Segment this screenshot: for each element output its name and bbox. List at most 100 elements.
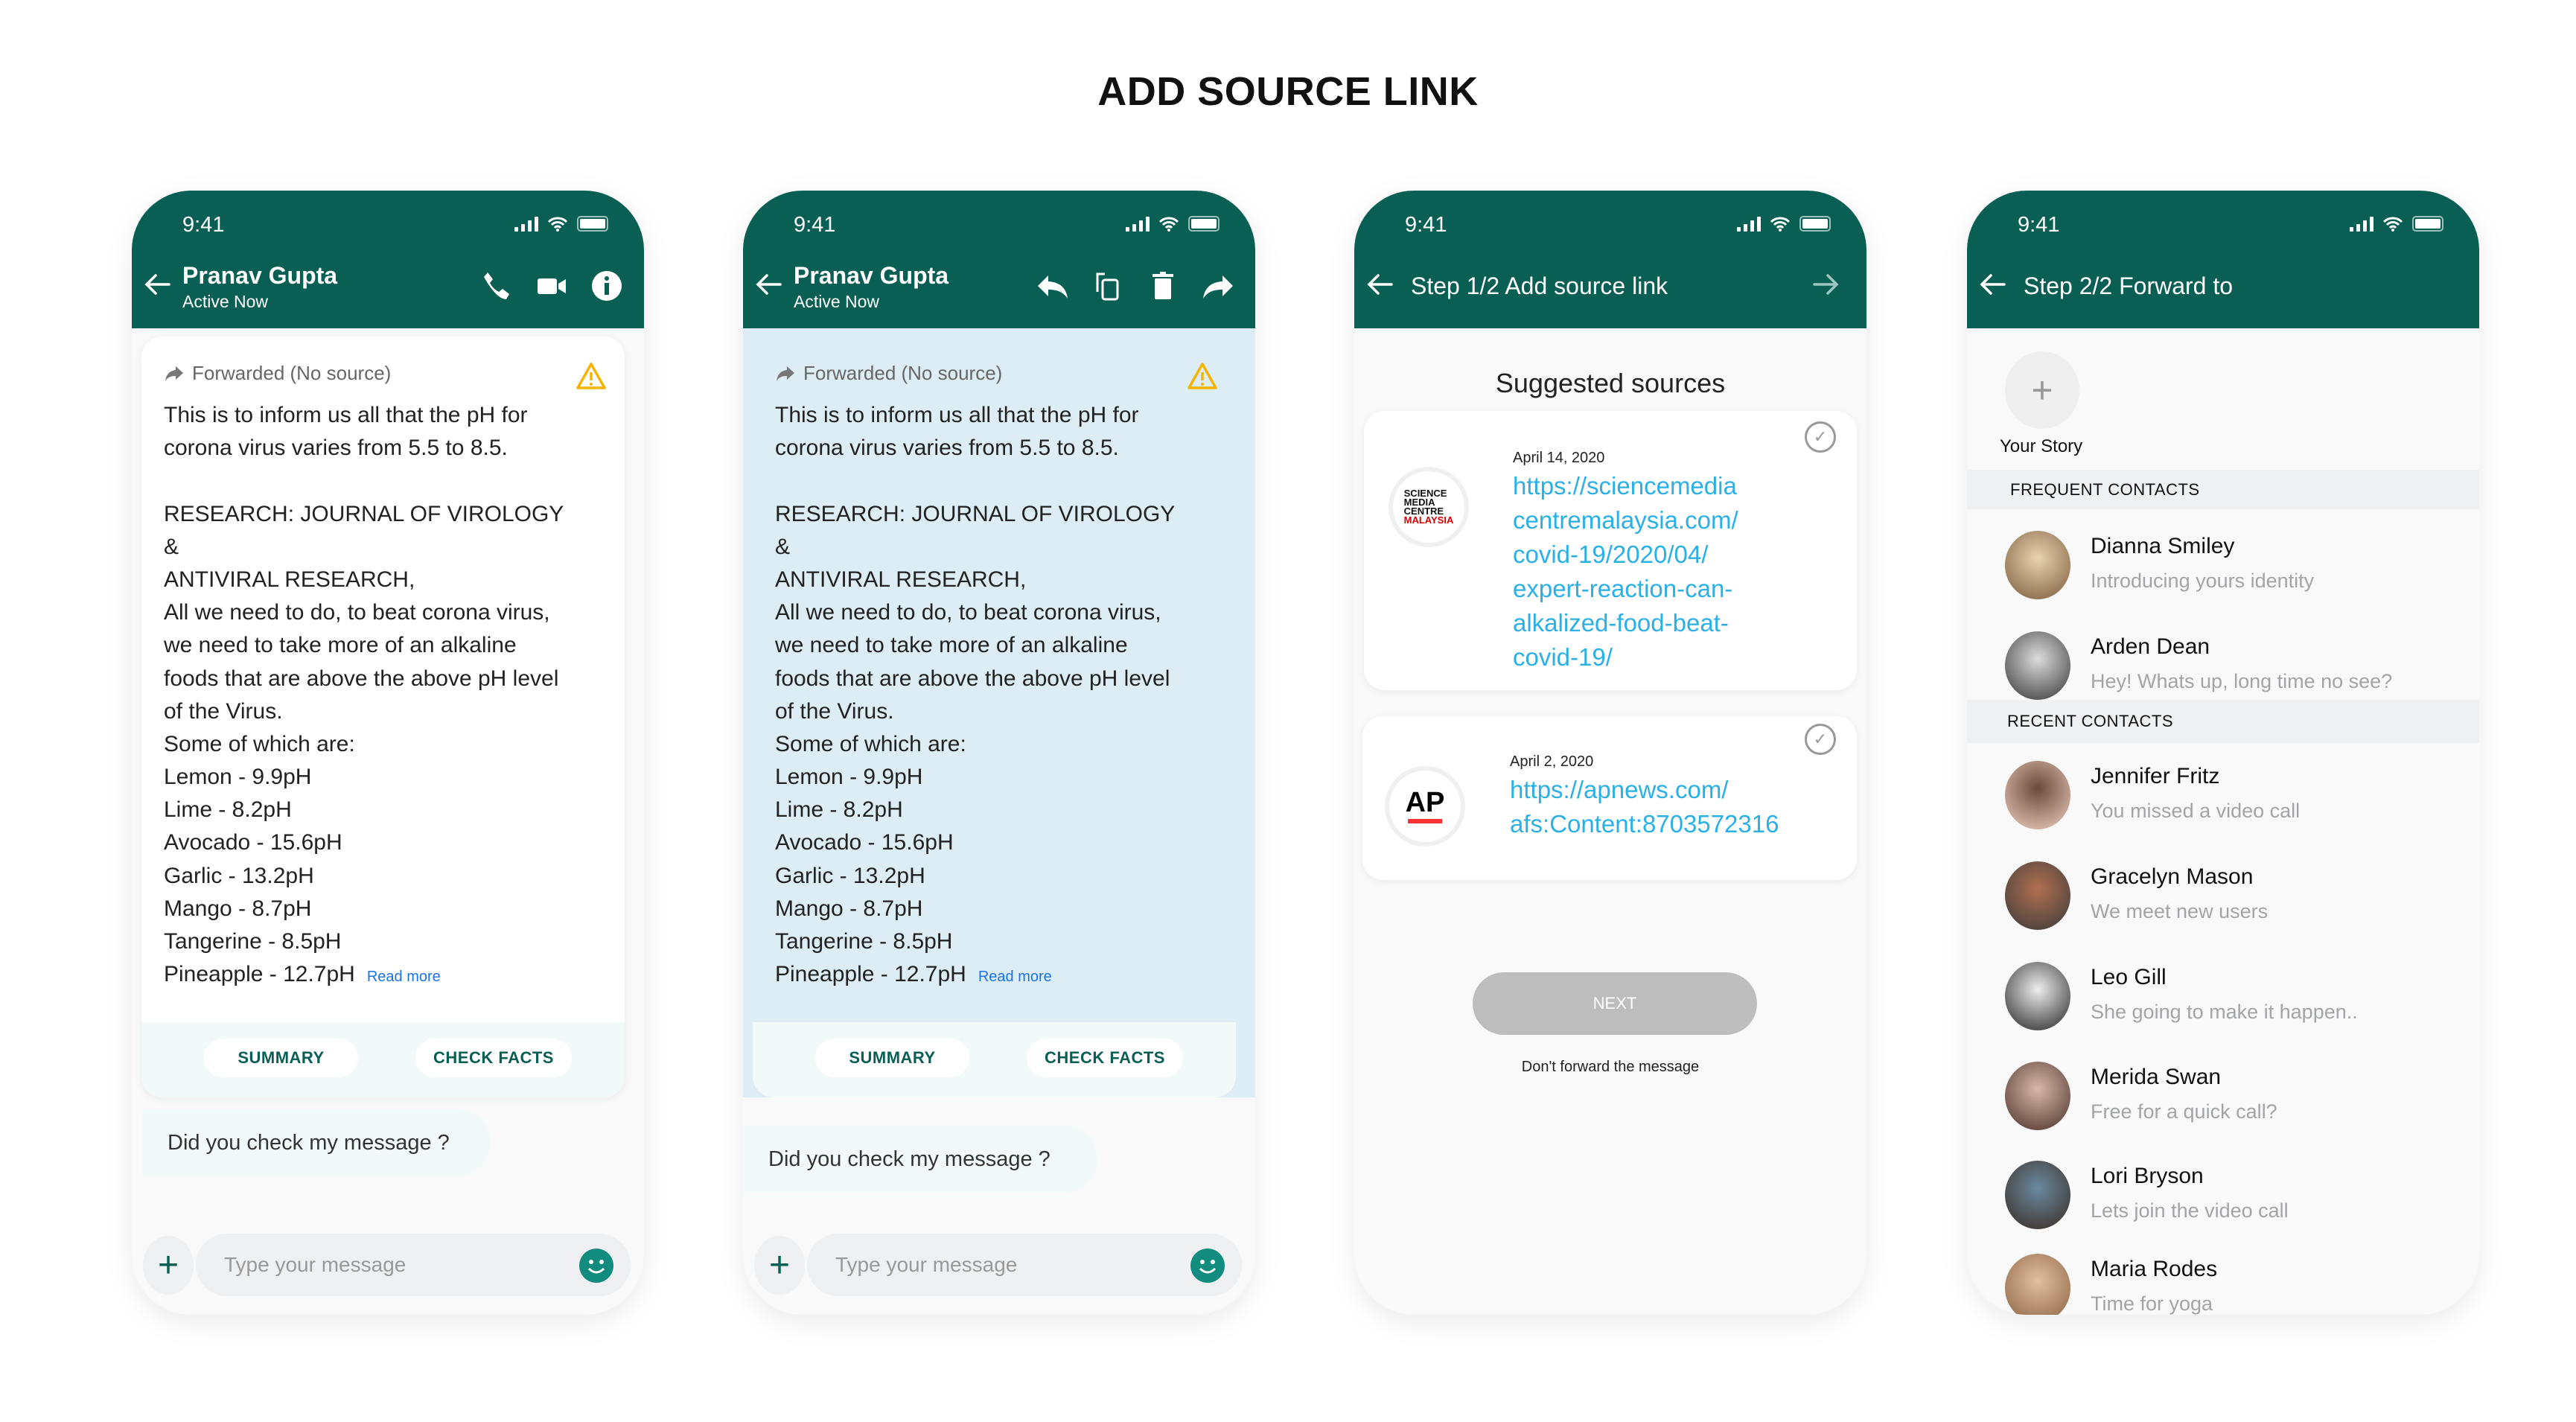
contact-status: Active Now [182, 292, 269, 311]
message-input-placeholder: Type your message [835, 1253, 1018, 1276]
message-line-text: Lime - 8.2pH [164, 797, 292, 823]
message-line-text: of the Virus. [775, 698, 894, 724]
add-attachment-button[interactable]: + [754, 1236, 805, 1295]
contact-row[interactable]: Maria Rodes Time for yoga [1967, 1249, 2479, 1315]
emoji-icon[interactable] [578, 1248, 614, 1284]
message-line: Avocado - 15.6pH [164, 826, 564, 859]
battery-icon [1188, 216, 1220, 232]
back-arrow-icon[interactable] [1365, 270, 1394, 299]
check-facts-button[interactable]: CHECK FACTS [1027, 1039, 1183, 1077]
forward-icon[interactable] [1202, 270, 1234, 302]
url-line: alkalized-food-beat- [1513, 609, 1729, 637]
message-line: Some of which are: [775, 728, 1175, 761]
summary-button[interactable]: SUMMARY [815, 1039, 969, 1077]
message-input[interactable]: Type your message [807, 1234, 1242, 1296]
source-card[interactable]: AP April 2, 2020 https://apnews.com/ afs… [1362, 716, 1857, 880]
contact-name[interactable]: Pranav Gupta [794, 262, 949, 290]
select-source-checkbox[interactable]: ✓ [1805, 421, 1836, 453]
select-source-checkbox[interactable]: ✓ [1805, 724, 1836, 755]
message-bubble[interactable]: Did you check my message ? [142, 1109, 491, 1176]
add-attachment-button[interactable]: + [143, 1236, 194, 1295]
next-arrow-icon[interactable] [1811, 270, 1841, 299]
message-line: Pineapple - 12.7pH Read more [775, 958, 1175, 991]
forwarded-message-bubble[interactable]: Forwarded (No source) This is to inform … [141, 337, 625, 1097]
forwarded-text: Forwarded (No source) [803, 362, 1003, 384]
contact-last-message: Free for a quick call? [2091, 1100, 2277, 1123]
message-line-text: we need to take more of an alkaline [164, 633, 517, 658]
message-line [775, 465, 1175, 497]
message-line-text: This is to inform us all that the pH for [775, 403, 1139, 427]
wifi-icon [547, 217, 568, 232]
message-line-text: Tangerine - 8.5pH [775, 929, 953, 954]
contact-name[interactable]: Pranav Gupta [182, 262, 337, 290]
warning-icon[interactable] [576, 362, 607, 390]
url-line: centremalaysia.com/ [1513, 506, 1738, 534]
back-arrow-icon[interactable] [142, 270, 172, 299]
read-more-link[interactable]: Read more [367, 969, 441, 985]
message-input[interactable]: Type your message [196, 1234, 631, 1296]
contact-name: Gracelyn Mason [2091, 864, 2254, 889]
contact-last-message: She going to make it happen.. [2091, 1001, 2358, 1023]
back-arrow-icon[interactable] [753, 270, 783, 299]
video-call-icon[interactable] [535, 270, 568, 302]
forwarded-label: Forwarded (No source) [164, 362, 391, 385]
message-line: Lime - 8.2pH [775, 794, 1175, 826]
contact-row[interactable]: Leo Gill She going to make it happen.. [1967, 957, 2479, 1039]
message-bubble[interactable]: Did you check my message ? [743, 1126, 1097, 1193]
your-story-label: Your Story [2000, 436, 2083, 456]
message-line: foods that are above the above pH level [164, 663, 564, 695]
copy-icon[interactable] [1091, 270, 1124, 302]
forwarded-message-bubble-selected[interactable]: Forwarded (No source) This is to inform … [753, 337, 1236, 1097]
message-line: ANTIVIRAL RESEARCH, [775, 564, 1175, 596]
contact-row[interactable]: Dianna Smiley Introducing yours identity [1967, 526, 2479, 608]
emoji-icon[interactable] [1190, 1248, 1225, 1284]
source-url[interactable]: https://sciencemedia centremalaysia.com/… [1513, 469, 1738, 675]
warning-icon[interactable] [1187, 362, 1218, 390]
source-card[interactable]: SCIENCE MEDIA CENTRE MALAYSIA April 14, 202… [1364, 411, 1857, 690]
signal-icon [1126, 216, 1150, 232]
contact-avatar [2005, 761, 2070, 829]
check-facts-button[interactable]: CHECK FACTS [415, 1039, 572, 1077]
url-line: https://apnews.com/ [1510, 776, 1729, 803]
summary-button[interactable]: SUMMARY [204, 1039, 358, 1077]
source-date: April 14, 2020 [1513, 450, 1605, 466]
phone-call-icon[interactable] [480, 270, 513, 302]
source-url[interactable]: https://apnews.com/ afs:Content:87035723… [1510, 773, 1779, 841]
message-line: Tangerine - 8.5pH [775, 925, 1175, 958]
step2-title: Step 2/2 Forward to [2024, 272, 2234, 299]
contact-row[interactable]: Jennifer Fritz You missed a video call [1967, 756, 2479, 838]
contact-name: Lori Bryson [2091, 1164, 2204, 1188]
contact-avatar [2005, 631, 2070, 700]
dont-forward-link[interactable]: Don't forward the message [1354, 1059, 1866, 1076]
contact-row[interactable]: Merida Swan Free for a quick call? [1967, 1057, 2479, 1139]
info-icon[interactable] [590, 270, 623, 302]
message-text: This is to inform us all that the pH for… [775, 399, 1175, 991]
step1-header: 9:41 Step 1/2 Add source link [1354, 191, 1866, 328]
page-title: ADD SOURCE LINK [1097, 69, 1479, 114]
message-line: Lime - 8.2pH [164, 794, 564, 826]
status-time: 9:41 [794, 213, 836, 237]
message-line-text: Pineapple - 12.7pH [164, 962, 355, 987]
suggested-sources-title: Suggested sources [1495, 368, 1726, 398]
message-line: ANTIVIRAL RESEARCH, [164, 564, 564, 596]
message-line-text: Lemon - 9.9pH [775, 765, 923, 790]
delete-icon[interactable] [1147, 270, 1179, 302]
contact-last-message: You missed a video call [2091, 800, 2301, 822]
contact-row[interactable]: Gracelyn Mason We meet new users [1967, 857, 2479, 939]
reply-icon[interactable] [1036, 270, 1069, 302]
next-button[interactable]: NEXT [1473, 972, 1757, 1035]
message-line: foods that are above the above pH level [775, 663, 1175, 695]
message-line-text: All we need to do, to beat corona virus, [775, 600, 1161, 625]
contact-name: Arden Dean [2091, 634, 2210, 659]
message-line: This is to inform us all that the pH for [775, 399, 1175, 432]
add-story-button[interactable]: + [2005, 351, 2079, 429]
message-line-text: Garlic - 13.2pH [775, 863, 925, 888]
contact-row[interactable]: Arden Dean Hey! Whats up, long time no se… [1967, 627, 2479, 709]
contact-last-message: Time for yoga [2091, 1292, 2213, 1315]
contact-row[interactable]: Lori Bryson Lets join the video call [1967, 1156, 2479, 1238]
read-more-link[interactable]: Read more [978, 969, 1052, 985]
contact-name: Jennifer Fritz [2091, 764, 2220, 788]
url-line: https://sciencemedia [1513, 472, 1737, 500]
chat-header: 9:41 Pranav Gupta Active Now [132, 191, 644, 328]
back-arrow-icon[interactable] [1977, 270, 2007, 299]
